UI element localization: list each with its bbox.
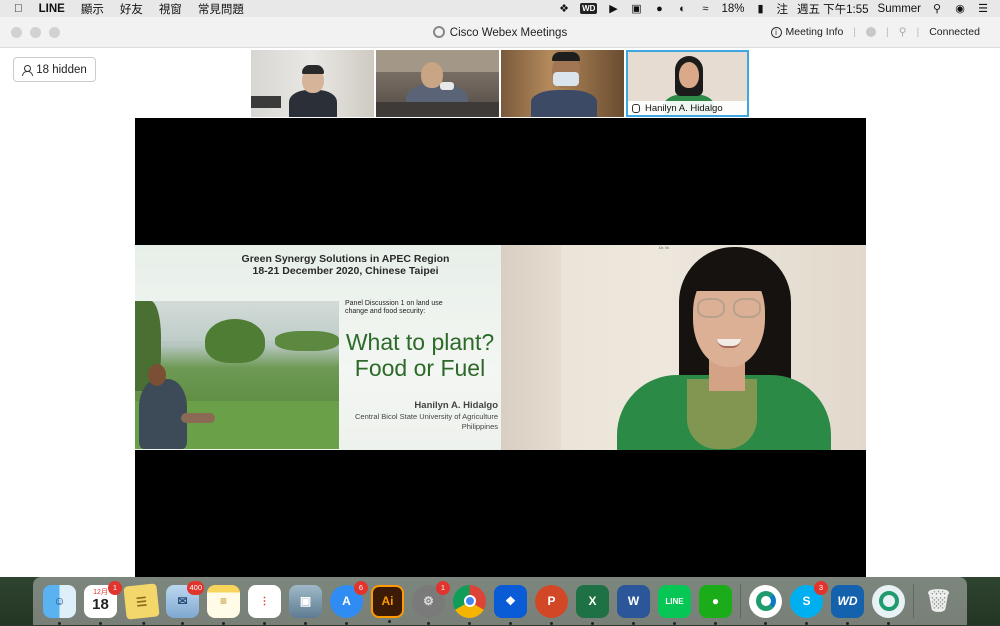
person-icon <box>22 64 34 76</box>
slide-title: What to plant? Food or Fuel <box>345 329 495 381</box>
wifi-icon[interactable]: ≈ <box>698 3 712 15</box>
menu-view[interactable]: 顯示 <box>81 1 104 17</box>
dropbox-icon[interactable]: ❖ <box>494 584 527 625</box>
calendar-icon[interactable]: 12月 18 1 <box>84 580 122 625</box>
dock-divider <box>740 584 741 618</box>
speaker-video: Dr. M. Hanilyn A. Hidalgo <box>501 245 866 450</box>
system-preferences-icon[interactable]: ⚙ 1 <box>412 580 450 625</box>
webex-status-icon[interactable]: ◐ <box>675 3 689 15</box>
reminders-icon[interactable]: ⋮ <box>248 584 281 625</box>
excel-icon[interactable]: X <box>576 584 609 625</box>
toolbar-divider: | <box>853 26 857 38</box>
active-speaker-thumbnail[interactable]: Hanilyn A. Hidalgo <box>626 50 749 117</box>
calendar-badge: 1 <box>108 580 122 595</box>
webex-window: Cisco Webex Meetings i Meeting Info | | ⚲… <box>0 17 1000 577</box>
skype-badge: 3 <box>814 580 828 595</box>
word-icon[interactable]: W <box>617 584 650 625</box>
hidden-participants-button[interactable]: 18 hidden <box>13 57 96 82</box>
menu-faq[interactable]: 常見問題 <box>198 1 244 17</box>
clock[interactable]: 週五 下午1:55 <box>797 1 869 17</box>
dock-divider <box>913 584 914 618</box>
wd-discovery-icon[interactable]: WD <box>831 584 864 625</box>
line-status-icon[interactable]: ● <box>652 3 666 15</box>
bitdefender-icon[interactable]: ▣ <box>629 3 643 15</box>
wechat-icon[interactable]: ● <box>699 584 732 625</box>
menu-window[interactable]: 視窗 <box>159 1 182 17</box>
webex-logo-icon <box>432 25 445 38</box>
battery-icon[interactable]: ▮ <box>753 3 767 15</box>
toolbar-divider: | <box>886 26 889 38</box>
mic-status-icon[interactable]: ⚲ <box>899 26 907 38</box>
slide-photo <box>135 301 339 449</box>
slide-author: Hanilyn A. Hidalgo <box>414 400 498 411</box>
mail-badge: 400 <box>187 580 204 595</box>
siri-icon[interactable]: ◉ <box>953 3 967 15</box>
desktop-background: ☺ 12月 18 1 ☰ ✉ 400 ≡ ⋮ ▣ A 6 Ai ⚙ 1 ❖ P … <box>0 577 1000 625</box>
participant-strip: 18 hidden Hanilyn A. Hidalgo <box>0 48 1000 118</box>
meeting-info-button[interactable]: i Meeting Info <box>770 26 843 38</box>
line-app-icon[interactable]: LINE <box>658 584 691 625</box>
menu-friends[interactable]: 好友 <box>120 1 143 17</box>
preview-icon[interactable]: ▣ <box>289 584 322 625</box>
chrome-icon[interactable] <box>453 584 486 625</box>
main-stage: Green Synergy Solutions in APEC Region 1… <box>0 118 1000 577</box>
powerpoint-icon[interactable]: P <box>535 584 568 625</box>
slide-university: Central Bicol State University of Agricu… <box>355 412 498 431</box>
dropbox-icon[interactable]: ❖ <box>557 3 571 15</box>
minimize-window-button[interactable] <box>30 26 41 38</box>
title-bar: Cisco Webex Meetings i Meeting Info | | ⚲… <box>0 17 1000 48</box>
microphone-icon <box>632 103 640 113</box>
webex-icon[interactable] <box>749 584 782 625</box>
apple-menu-icon[interactable]:  <box>14 3 23 15</box>
info-icon: i <box>770 27 782 38</box>
play-icon[interactable]: ▶ <box>606 3 620 15</box>
illustrator-icon[interactable]: Ai <box>371 584 404 623</box>
trash-icon[interactable]: 🗑 <box>922 585 955 618</box>
skype-icon[interactable]: S 3 <box>790 580 828 625</box>
menu-app-name[interactable]: LINE <box>39 3 65 15</box>
recording-indicator-icon[interactable] <box>866 27 877 37</box>
input-method-icon[interactable]: 注 <box>776 1 788 17</box>
participant-thumbnail[interactable] <box>251 50 374 117</box>
stickies-icon[interactable]: ☰ <box>123 582 160 625</box>
notification-center-icon[interactable]: ☰ <box>976 3 990 15</box>
speaker-thumbnail-name: Hanilyn A. Hidalgo <box>645 102 723 114</box>
close-window-button[interactable] <box>11 26 22 38</box>
battery-percent: 18% <box>721 2 745 15</box>
app-store-badge: 6 <box>354 580 368 595</box>
dock: ☺ 12月 18 1 ☰ ✉ 400 ≡ ⋮ ▣ A 6 Ai ⚙ 1 ❖ P … <box>33 577 967 625</box>
shared-video[interactable]: Green Synergy Solutions in APEC Region 1… <box>135 118 866 577</box>
notes-icon[interactable]: ≡ <box>207 584 240 625</box>
search-icon[interactable]: ⚲ <box>930 3 944 15</box>
webex-meetings-icon[interactable] <box>872 584 905 625</box>
connection-status: Connected <box>929 26 980 38</box>
slide-panel-text: Panel Discussion 1 on land use change an… <box>345 300 443 315</box>
slide-header: Green Synergy Solutions in APEC Region 1… <box>241 253 450 277</box>
presentation-slide: Green Synergy Solutions in APEC Region 1… <box>135 245 501 450</box>
zoom-window-button[interactable] <box>49 26 60 38</box>
menu-bar:  LINE 顯示 好友 視窗 常見問題 ❖ WD ▶ ▣ ● ◐ ≈ 18% … <box>0 0 1000 17</box>
user-name[interactable]: Summer <box>878 3 921 15</box>
wd-status-icon[interactable]: WD <box>580 3 598 14</box>
mail-icon[interactable]: ✉ 400 <box>166 580 204 625</box>
speaker-name-bar: Hanilyn A. Hidalgo <box>628 101 747 115</box>
participant-thumbnail[interactable] <box>376 50 499 117</box>
participant-thumbnail[interactable] <box>501 50 624 117</box>
toolbar-divider: | <box>916 26 920 38</box>
app-store-icon[interactable]: A 6 <box>330 580 368 625</box>
finder-icon[interactable]: ☺ <box>43 584 76 625</box>
system-preferences-badge: 1 <box>436 580 450 595</box>
